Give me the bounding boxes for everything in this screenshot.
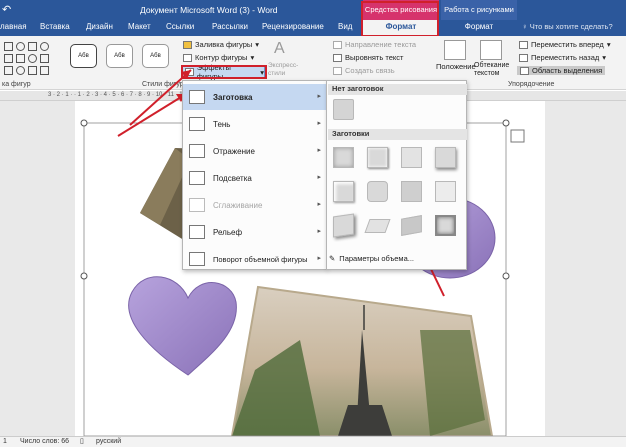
menu-item-preset[interactable]: Заготовка ▸ — [183, 84, 326, 110]
format-options-icon: ✎ — [329, 253, 336, 263]
resize-handle[interactable] — [80, 272, 88, 280]
no-preset-option[interactable] — [333, 99, 354, 120]
preset-option[interactable] — [435, 215, 456, 236]
menu-item-soft-edges[interactable]: Сглаживание ▸ — [183, 192, 326, 218]
resize-handle[interactable] — [502, 272, 510, 280]
menu-item-bevel[interactable]: Рельеф ▸ — [183, 219, 326, 245]
shape-effects-menu: Заготовка ▸ Тень ▸ Отражение ▸ Подсветка… — [182, 80, 327, 270]
preset-option[interactable] — [333, 147, 354, 168]
preset-option[interactable] — [364, 219, 391, 233]
chevron-right-icon: ▸ — [317, 201, 321, 208]
preset-icon — [189, 90, 205, 104]
chevron-right-icon: ▸ — [317, 147, 321, 154]
chevron-right-icon: ▸ — [317, 120, 321, 127]
chevron-right-icon: ▸ — [317, 174, 321, 181]
language-indicator[interactable]: русский — [96, 438, 121, 445]
preset-option[interactable] — [333, 213, 354, 238]
menu-item-3d-rotation[interactable]: Поворот объемной фигуры ▸ — [183, 246, 326, 272]
menu-item-reflection[interactable]: Отражение ▸ — [183, 138, 326, 164]
resize-handle[interactable] — [80, 119, 88, 127]
layout-options-icon[interactable] — [510, 129, 525, 143]
soft-edges-icon — [189, 198, 205, 212]
glow-icon — [189, 171, 205, 185]
preset-option[interactable] — [401, 215, 422, 236]
chevron-right-icon: ▸ — [317, 93, 321, 100]
status-bar: 1 Число слов: 66 ▯ русский — [0, 436, 626, 447]
preset-option[interactable] — [367, 147, 388, 168]
bevel-icon — [189, 225, 205, 239]
3d-rotation-icon — [189, 252, 205, 266]
preset-option[interactable] — [401, 147, 422, 168]
reflection-icon — [189, 144, 205, 158]
no-preset-header: Нет заготовок — [328, 84, 467, 95]
menu-item-shadow[interactable]: Тень ▸ — [183, 111, 326, 137]
proofing-icon[interactable]: ▯ — [80, 437, 84, 445]
eiffel-tower-photo[interactable] — [230, 285, 494, 437]
3d-options-link[interactable]: ✎ Параметры объема... — [329, 251, 466, 265]
preset-option[interactable] — [435, 147, 456, 168]
purple-heart-shape[interactable] — [128, 276, 237, 376]
resize-handle[interactable] — [502, 119, 510, 127]
preset-option[interactable] — [401, 181, 422, 202]
chevron-right-icon: ▸ — [317, 228, 321, 235]
word-count[interactable]: Число слов: 66 — [20, 438, 69, 445]
preset-option[interactable] — [435, 181, 456, 202]
preset-option[interactable] — [333, 181, 354, 202]
shadow-icon — [189, 117, 205, 131]
menu-item-glow[interactable]: Подсветка ▸ — [183, 165, 326, 191]
presets-flyout: Нет заготовок Заготовки ✎ Параметры объе… — [326, 80, 467, 270]
page-indicator[interactable]: 1 — [3, 438, 7, 445]
preset-option[interactable] — [367, 181, 388, 202]
chevron-right-icon: ▸ — [317, 255, 321, 262]
presets-header: Заготовки — [328, 129, 467, 140]
